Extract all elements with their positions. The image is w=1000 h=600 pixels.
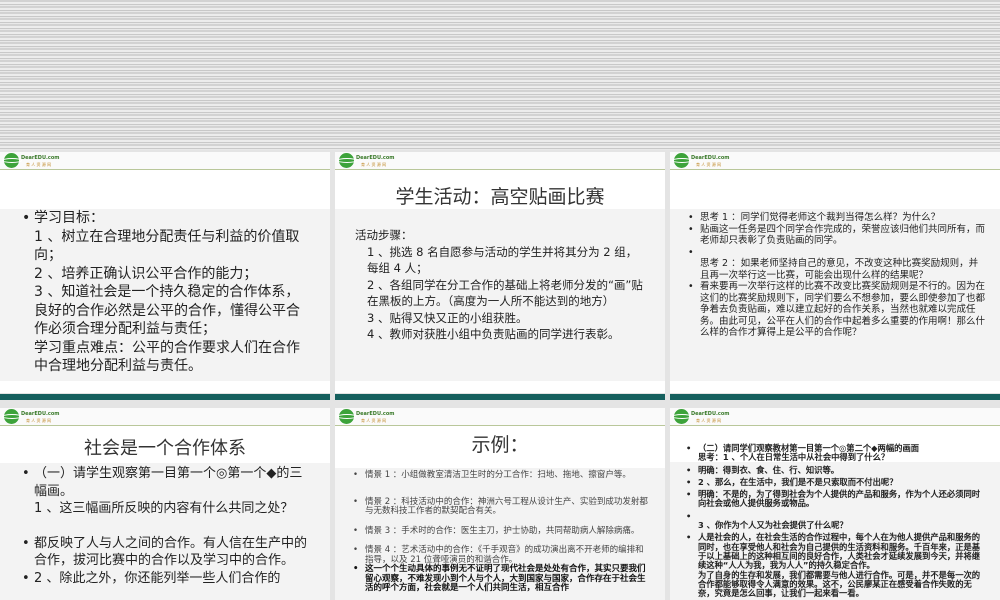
slide-header: DearEDU.com 育 人 资 源 网 — [670, 152, 1000, 170]
slide-header: DearEDU.com 育 人 资 源 网 — [0, 152, 330, 170]
slide-footer-bar — [0, 394, 330, 400]
slide-5-thumbnail[interactable]: DearEDU.com育 人 资 源 网 示例： 情景 1 ：小组做教室清洁卫生… — [335, 408, 665, 600]
slide-2-thumbnail[interactable]: DearEDU.com 育 人 资 源 网 学生活动：高空贴画比赛 活动步骤： 1… — [335, 152, 665, 393]
slide-header: DearEDU.com 育 人 资 源 网 — [335, 408, 665, 426]
slide-footer-bar — [670, 394, 1000, 400]
bullet: 明确：得到衣、食、住、行、知识等。 — [684, 465, 986, 475]
logo-icon: DearEDU.com 育 人 资 源 网 — [2, 153, 60, 169]
bullet: 2 、除此之外，你还能列举一些人们合作的 — [20, 570, 310, 588]
slide-footer-bar — [335, 394, 665, 400]
slide-title: 学生活动：高空贴画比赛 — [395, 186, 605, 208]
slide-content: 情景 1 ：小组做教室清洁卫生时的分工合作：扫地、拖地、擦窗户等。 情景 2 ：… — [335, 468, 665, 600]
logo-icon: DearEDU.com 育 人 资 源 网 — [337, 153, 395, 169]
bullet: （二）请同学们观察教材第一目第一个◎第二个◆两幅的画面 思考：1 、个人在日常生… — [684, 443, 986, 463]
slide-4-thumbnail[interactable]: DearEDU.com育 人 资 源 网 社会是一个合作体系 （一）请学生观察第… — [0, 408, 330, 600]
bullet: 情景 4 ：艺术活动中的合作：《千手观音》的成功演出离不开老师的编排和指导，以及… — [351, 545, 651, 565]
slide-header: DearEDU.com 育 人 资 源 网 — [670, 408, 1000, 426]
bullet: 情景 1 ：小组做教室清洁卫生时的分工合作：扫地、拖地、擦窗户等。 — [351, 470, 651, 481]
bullet: 学习目标：1 、树立在合理地分配责任与利益的价值取向；2 、培养正确认识公平合作… — [20, 209, 306, 376]
slide-6-thumbnail[interactable]: DearEDU.com育 人 资 源 网 （二）请同学们观察教材第一目第一个◎第… — [670, 408, 1000, 600]
steps-heading: 活动步骤： — [355, 228, 413, 242]
slide-header: DearEDU.com 育 人 资 源 网 — [0, 408, 330, 426]
logo-icon: DearEDU.com 育 人 资 源 网 — [337, 409, 395, 425]
bullet: 这一个个生动具体的事例无不证明了现代社会是处处有合作，其实只要我们留心观察，不难… — [351, 564, 651, 594]
step: 1 、挑选 8 名自愿参与活动的学生并将其分为 2 组，每组 4 人； — [367, 244, 638, 276]
slide-title: 社会是一个合作体系 — [84, 438, 246, 459]
bullet: 都反映了人与人之间的合作。有人信在生产中的合作，拔河比赛中的合作以及学习中的合作… — [20, 535, 310, 570]
slide-header: DearEDU.com 育 人 资 源 网 — [335, 152, 665, 170]
slide-content: （一）请学生观察第一目第一个◎第一个◆的三幅画。 1 、这三幅画所反映的内容有什… — [0, 463, 330, 600]
bullet: 3 、你作为个人又为社会提供了什么呢？ — [684, 512, 986, 531]
slide-content: （二）请同学们观察教材第一目第一个◎第二个◆两幅的画面 思考：1 、个人在日常生… — [670, 443, 1000, 600]
slide-content: 活动步骤： 1 、挑选 8 名自愿参与活动的学生并将其分为 2 组，每组 4 人… — [335, 209, 665, 381]
logo-icon: DearEDU.com 育 人 资 源 网 — [2, 409, 60, 425]
slide-title: 示例： — [471, 434, 529, 456]
logo-icon: DearEDU.com 育 人 资 源 网 — [672, 153, 730, 169]
slide-1-thumbnail[interactable]: DearEDU.com育 人 资 源 网 学习目标：1 、树立在合理地分配责任与… — [0, 152, 330, 393]
bullet: （一）请学生观察第一目第一个◎第一个◆的三幅画。 1 、这三幅画所反映的内容有什… — [20, 465, 310, 518]
bullet: 情景 2 ：科技活动中的合作：神洲六号工程从设计生产、实验到成功发射都与无数科技… — [351, 497, 651, 517]
slide-content: 学习目标：1 、树立在合理地分配责任与利益的价值取向；2 、培养正确认识公平合作… — [0, 209, 330, 381]
bullet: 人是社会的人，在社会生活的合作过程中，每个人在为他人提供产品和服务的同时，也在享… — [684, 533, 986, 598]
bullet: 看来要再一次举行这样的比赛不改变比赛奖励规则是不行的。因为在这们的比赛奖励规则下… — [686, 281, 986, 339]
logo-icon: DearEDU.com 育 人 资 源 网 — [672, 409, 730, 425]
step: 4 、教师对获胜小组中负责贴画的同学进行表彰。 — [367, 327, 620, 341]
step: 2 、各组同学在分工合作的基础上将老师分发的“画”贴在黑板的上方。（高度为一人所… — [367, 277, 643, 309]
bullet: 思考 2 ：如果老师坚持自己的意见，不改变这种比赛奖励规则，并且再一次举行这一比… — [686, 247, 986, 282]
bullet: 明确：不是的，为了得到社会为个人提供的产品和服务，作为个人还必须同时向社会或他人… — [684, 490, 986, 509]
slide-content: 思考 1 ：同学们觉得老师这个裁判当得怎么样？为什么？ 贴画这一任务是四个同学合… — [670, 209, 1000, 381]
bullet: 贴画这一任务是四个同学合作完成的，荣誉应该归他们共同所有，而老师却只表彰了负责贴… — [686, 224, 986, 247]
step: 3 、贴得又快又正的小组获胜。 — [367, 310, 528, 325]
bullet: 情景 3 ：手术时的合作：医生主刀，护士协助，共同帮助病人解除病痛。 — [351, 526, 651, 537]
bullet: 思考 1 ：同学们觉得老师这个裁判当得怎么样？为什么？ — [686, 212, 986, 224]
background-stripes — [0, 0, 1000, 150]
bullet: 2 、那么，在生活中，我们是不是只索取而不付出呢？ — [684, 477, 986, 487]
slide-3-thumbnail[interactable]: DearEDU.com育 人 资 源 网 思考 1 ：同学们觉得老师这个裁判当得… — [670, 152, 1000, 393]
